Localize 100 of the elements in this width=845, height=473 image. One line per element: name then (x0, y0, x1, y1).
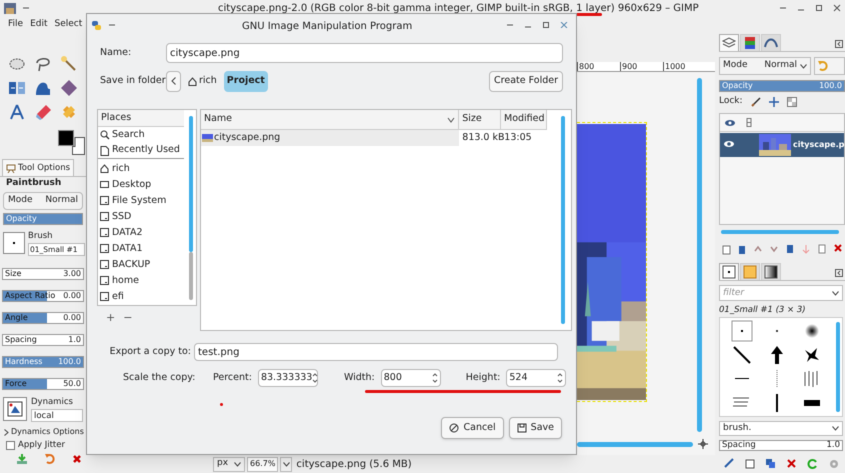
place-item[interactable]: File System (98, 193, 184, 209)
brush-preview-icon[interactable] (730, 344, 753, 366)
dynamics-button[interactable] (3, 397, 27, 421)
undo-icon[interactable] (44, 453, 56, 465)
mode-dropdown[interactable]: Mode Normal (719, 57, 811, 75)
place-item[interactable]: efi (98, 289, 184, 305)
checkbox-label: Apply Jitter (18, 438, 65, 452)
delete-icon[interactable] (72, 454, 82, 464)
pencil-icon[interactable] (723, 458, 734, 468)
place-item[interactable]: rich (98, 161, 184, 177)
chevron-left-icon (171, 77, 176, 85)
merge-icon[interactable] (817, 243, 827, 255)
app-icon (4, 2, 16, 14)
remove-button[interactable]: − (123, 310, 132, 327)
slider[interactable]: Opacity (3, 213, 83, 225)
name-field[interactable]: cityscape.png (166, 43, 563, 63)
cancel-button[interactable]: Cancel (441, 417, 504, 439)
place-item[interactable]: DATA1 (98, 241, 184, 257)
unit-dropdown[interactable]: px (213, 456, 245, 472)
brush-icon[interactable] (750, 97, 761, 107)
refresh-icon[interactable] (807, 458, 818, 468)
place-item[interactable]: Search (98, 127, 184, 143)
slider[interactable]: Opacity 100.0 (719, 80, 845, 92)
tag-field[interactable]: brush. (719, 421, 843, 436)
checkbox[interactable] (6, 440, 15, 450)
new-icon[interactable] (744, 458, 755, 468)
place-item[interactable]: BACKUP (98, 257, 184, 273)
slider[interactable]: Spacing 1.0 (2, 334, 84, 346)
place-item[interactable]: SSD (98, 209, 184, 225)
close-icon[interactable] (833, 4, 841, 12)
spin-field[interactable]: 800 (380, 369, 441, 387)
slider[interactable]: Hardness 100.0 (2, 356, 84, 368)
compass-icon[interactable] (8, 103, 26, 121)
scrollbar[interactable] (189, 116, 193, 252)
column-header[interactable]: Name (201, 110, 460, 129)
export-field[interactable]: test.png (194, 343, 558, 361)
spin-field[interactable]: 83.333333 (258, 369, 318, 387)
expander[interactable]: Dynamics Options (0, 425, 86, 439)
eye-icon[interactable] (723, 140, 735, 148)
scrollbar[interactable] (697, 78, 702, 432)
navigate-icon[interactable] (698, 439, 708, 449)
dock-tab[interactable] (719, 34, 739, 51)
menu-icon[interactable] (506, 22, 514, 28)
close-icon[interactable] (560, 22, 568, 28)
dropdown-button[interactable] (280, 456, 292, 472)
maximize-icon[interactable] (815, 4, 823, 12)
layer-row[interactable]: cityscape.p (720, 133, 844, 157)
add-button[interactable]: + (106, 310, 116, 327)
dock-menu-icon[interactable] (835, 40, 843, 48)
scrollbar[interactable] (561, 116, 565, 324)
back-button[interactable] (166, 70, 181, 92)
dock-tab[interactable] (761, 263, 781, 280)
folder-icon[interactable] (737, 243, 747, 255)
column-header[interactable]: Size (459, 110, 501, 129)
dock-menu-icon[interactable] (835, 269, 843, 277)
flip-icon[interactable] (8, 79, 26, 97)
create-folder-button[interactable]: Create Folder (489, 70, 563, 92)
new-layer-icon[interactable] (721, 243, 731, 255)
spin-field[interactable]: 524 (506, 369, 566, 387)
foreground-color-swatch[interactable] (58, 130, 74, 146)
background-color-swatch[interactable] (72, 137, 85, 155)
path-button[interactable]: rich (185, 70, 220, 92)
filter-field[interactable]: filter (719, 285, 843, 301)
maximize-icon[interactable] (542, 22, 550, 28)
checker-icon[interactable] (786, 97, 797, 107)
place-item[interactable]: DATA2 (98, 225, 184, 241)
mode-dropdown[interactable]: Mode Normal (3, 192, 83, 210)
duplicate-icon[interactable] (785, 243, 795, 255)
place-item[interactable]: Recently Used (98, 143, 184, 159)
table-cell[interactable]: cityscape.png (201, 130, 460, 146)
dock-tab[interactable] (719, 263, 739, 280)
delete-icon[interactable] (786, 458, 797, 468)
slider[interactable]: Size 3.00 (2, 268, 84, 280)
move-icon[interactable] (768, 97, 779, 107)
tool-options-tab[interactable]: Tool Options (2, 159, 74, 176)
scrollbar[interactable] (836, 322, 840, 412)
zoom-field[interactable]: 66.7% (247, 456, 278, 472)
column-header[interactable]: Places (98, 110, 184, 127)
place-item[interactable]: Desktop (98, 177, 184, 193)
duplicate-icon[interactable] (765, 458, 776, 468)
monitor-icon (100, 180, 110, 190)
menu-item[interactable]: Select (54, 18, 82, 32)
menu-item[interactable]: Edit (30, 18, 48, 32)
eraser-icon[interactable] (34, 103, 52, 121)
place-item[interactable]: home (98, 273, 184, 289)
save-button[interactable]: Save (508, 417, 562, 439)
brush-button[interactable] (3, 232, 25, 254)
column-header[interactable]: Modified (501, 110, 547, 129)
dynamics-field[interactable]: local (31, 408, 83, 422)
scrollbar[interactable] (721, 230, 839, 234)
download-icon[interactable] (16, 453, 28, 465)
slider[interactable]: Angle 0.00 (2, 312, 84, 324)
wand-icon[interactable] (60, 55, 78, 73)
slider[interactable]: Force 50.0 (2, 378, 84, 390)
menu-item[interactable]: File (8, 18, 24, 32)
scrollbar[interactable] (577, 442, 693, 447)
path-button[interactable]: Project (224, 70, 268, 92)
spacing-field[interactable]: Spacing 1.0 (719, 440, 843, 451)
lasso-icon[interactable] (34, 55, 52, 73)
diamond-icon[interactable] (60, 79, 78, 97)
